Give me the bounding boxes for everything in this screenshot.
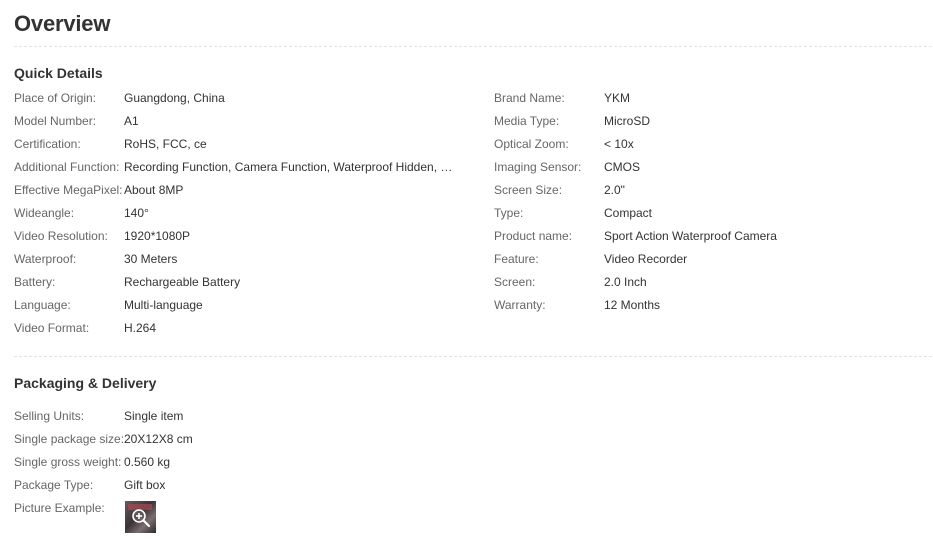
attribute-name: Product name: [494,229,573,243]
attribute-value: Compact [604,206,653,220]
attribute-name: Optical Zoom: [494,137,569,151]
attribute-row: Language: Multi-language [14,294,454,317]
attribute-row: Place of Origin: Guangdong, China [14,87,454,110]
attribute-value: Rechargeable Battery [124,275,241,289]
attribute-name: Selling Units: [14,409,85,423]
attribute-name: Language: [14,298,71,312]
attribute-name: Media Type: [494,114,560,128]
quick-details-left-column: Place of Origin: Guangdong, China Model … [14,87,454,340]
attribute-value: 140° [124,206,149,220]
attribute-row: Type: Compact [494,202,777,225]
attribute-row: Wideangle: 140° [14,202,454,225]
attribute-value: 12 Months [604,298,661,312]
attribute-name: Screen Size: [494,183,563,197]
attribute-row: Feature: Video Recorder [494,248,777,271]
attribute-name: Brand Name: [494,91,565,105]
attribute-name: Picture Example: [14,501,105,515]
zoom-in-icon [132,509,151,528]
attribute-name: Single gross weight: [14,455,122,469]
attribute-row: Battery: Rechargeable Battery [14,271,454,294]
attribute-value: H.264 [124,321,157,335]
attribute-value: 20X12X8 cm [124,432,193,446]
attribute-name: Battery: [14,275,56,289]
attribute-name: Package Type: [14,478,94,492]
attribute-value: 2.0" [604,183,625,197]
attribute-row: Certification: RoHS, FCC, ce [14,133,454,156]
attribute-value: CMOS [604,160,640,174]
packaging-delivery-heading: Packaging & Delivery [14,375,157,391]
attribute-row: Additional Function: Recording Function,… [14,156,454,179]
attribute-name: Single package size: [14,432,124,446]
attribute-value: 2.0 Inch [604,275,647,289]
attribute-name: Additional Function: [14,160,120,174]
attribute-row: Picture Example: [14,497,193,520]
attribute-value: Multi-language [124,298,203,312]
attribute-name: Effective MegaPixel: [14,183,123,197]
attribute-value: Recording Function, Camera Function, Wat… [124,160,454,174]
attribute-row: Video Format: H.264 [14,317,454,340]
attribute-name: Screen: [494,275,536,289]
attribute-value: Guangdong, China [124,91,225,105]
attribute-row: Brand Name: YKM [494,87,777,110]
page-title: Overview [14,11,111,36]
divider [14,46,932,47]
attribute-value: 30 Meters [124,252,178,266]
attribute-value: Sport Action Waterproof Camera [604,229,777,243]
attribute-name: Certification: [14,137,81,151]
attribute-value: Single item [124,409,184,423]
attribute-value: MicroSD [604,114,651,128]
attribute-name: Warranty: [494,298,546,312]
attribute-name: Video Resolution: [14,229,108,243]
attribute-row: Product name: Sport Action Waterproof Ca… [494,225,777,248]
attribute-row: Optical Zoom: < 10x [494,133,777,156]
attribute-value: 0.560 kg [124,455,171,469]
attribute-name: Feature: [494,252,539,266]
attribute-name: Wideangle: [14,206,75,220]
attribute-value: Gift box [124,478,166,492]
attribute-value: About 8MP [124,183,184,197]
attribute-row: Imaging Sensor: CMOS [494,156,777,179]
attribute-row: Screen Size: 2.0" [494,179,777,202]
attribute-row: Effective MegaPixel: About 8MP [14,179,454,202]
attribute-row: Single gross weight: 0.560 kg [14,451,193,474]
attribute-row: Video Resolution: 1920*1080P [14,225,454,248]
attribute-row: Model Number: A1 [14,110,454,133]
attribute-value: A1 [124,114,139,128]
attribute-value: RoHS, FCC, ce [124,137,207,151]
packaging-column: Selling Units: Single item Single packag… [14,405,193,520]
attribute-name: Place of Origin: [14,91,97,105]
attribute-value: Video Recorder [604,252,688,266]
attribute-row: Package Type: Gift box [14,474,193,497]
attribute-row: Warranty: 12 Months [494,294,777,317]
attribute-value: < 10x [604,137,634,151]
attribute-name: Type: [494,206,524,220]
attribute-row: Screen: 2.0 Inch [494,271,777,294]
attribute-name: Video Format: [14,321,90,335]
attribute-row: Selling Units: Single item [14,405,193,428]
attribute-row: Single package size: 20X12X8 cm [14,428,193,451]
attribute-value: 1920*1080P [124,229,191,243]
divider [14,356,932,357]
attribute-name: Model Number: [14,114,97,128]
attribute-value: YKM [604,91,631,105]
attribute-name: Imaging Sensor: [494,160,582,174]
quick-details-right-column: Brand Name: YKM Media Type: MicroSD Opti… [494,87,777,317]
picture-example-thumbnail[interactable] [125,501,156,533]
attribute-row: Media Type: MicroSD [494,110,777,133]
attribute-row: Waterproof: 30 Meters [14,248,454,271]
attribute-name: Waterproof: [14,252,77,266]
quick-details-heading: Quick Details [14,65,103,81]
